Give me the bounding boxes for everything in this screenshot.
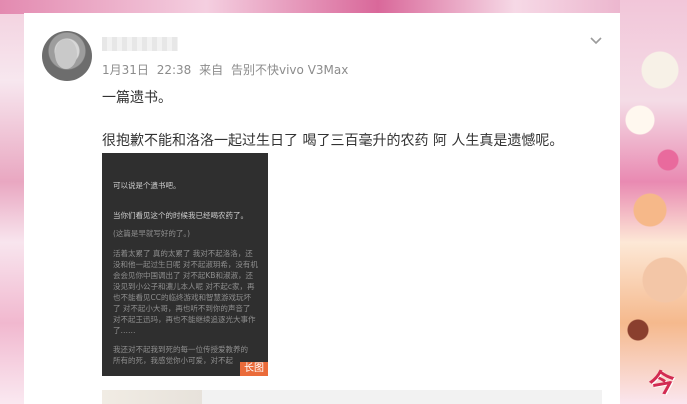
image-text-line: 没见到小公子和濃儿本人呢 对不起c家，再 bbox=[113, 282, 255, 291]
post-text-line-1: 一篇遗书。 bbox=[102, 90, 172, 106]
chevron-down-icon[interactable] bbox=[590, 35, 602, 47]
image-text-line: 也不能看见CC的临终游戏和智慧游戏玩坏 bbox=[113, 293, 251, 302]
watermark-logo: 今 bbox=[647, 366, 678, 401]
image-text-line: (这篇是早就写好的了。) bbox=[113, 229, 191, 238]
weibo-post-card: 1月31日 22:38 来自 告别不快vivo V3Max 一篇遗书。 很抱歉不… bbox=[24, 13, 620, 404]
image-text-line: 会会见你中国调出了 对不起KB和淑淑，还 bbox=[113, 271, 253, 280]
image-text-line: 没和他一起过生日呢 对不起淑玥希，没有机 bbox=[113, 260, 258, 269]
post-meta: 1月31日 22:38 来自 告别不快vivo V3Max bbox=[102, 61, 352, 78]
source-prefix: 来自 bbox=[199, 63, 224, 77]
image-text-line: 了 对不起小大哥，再也听不到你的声音了 bbox=[113, 304, 251, 313]
background-right-decoration: 今 bbox=[620, 0, 687, 404]
avatar[interactable] bbox=[42, 31, 92, 81]
next-thumbnail[interactable] bbox=[102, 390, 202, 404]
image-text-line: 了…… bbox=[113, 326, 136, 335]
long-image-badge: 长图 bbox=[240, 362, 268, 376]
post-text-line-2: 很抱歉不能和洛洛一起过生日了 喝了三百毫升的农药 阿 人生真是遗憾呢。 bbox=[102, 133, 564, 149]
source-device-link[interactable]: 告别不快vivo V3Max bbox=[231, 63, 348, 77]
image-text-line: 可以说是个遗书吧。 bbox=[113, 181, 181, 190]
post-time[interactable]: 22:38 bbox=[157, 63, 192, 77]
image-text-line: 所有的死，我感觉你小可爱，对不起 bbox=[113, 356, 233, 365]
post-date[interactable]: 1月31日 bbox=[102, 63, 149, 77]
image-text-line: 当你们看见这个的时候我已经喝农药了。 bbox=[113, 211, 248, 220]
image-text-line: 活着太累了 真的太累了 我对不起洛洛，还 bbox=[113, 249, 253, 258]
image-text-line: 我还对不起我到死的每一位传授爱教养的 bbox=[113, 345, 248, 354]
background-top-strip bbox=[0, 0, 687, 14]
avatar-face bbox=[55, 39, 77, 69]
image-text-line: 对不起王迅玛，再也不能继续追逐光大事作 bbox=[113, 315, 256, 324]
post-long-image[interactable]: 可以说是个遗书吧。 当你们看见这个的时候我已经喝农药了。 (这篇是早就写好的了。… bbox=[102, 153, 268, 376]
background-left-strip bbox=[0, 0, 24, 404]
username-redacted[interactable] bbox=[102, 37, 178, 51]
